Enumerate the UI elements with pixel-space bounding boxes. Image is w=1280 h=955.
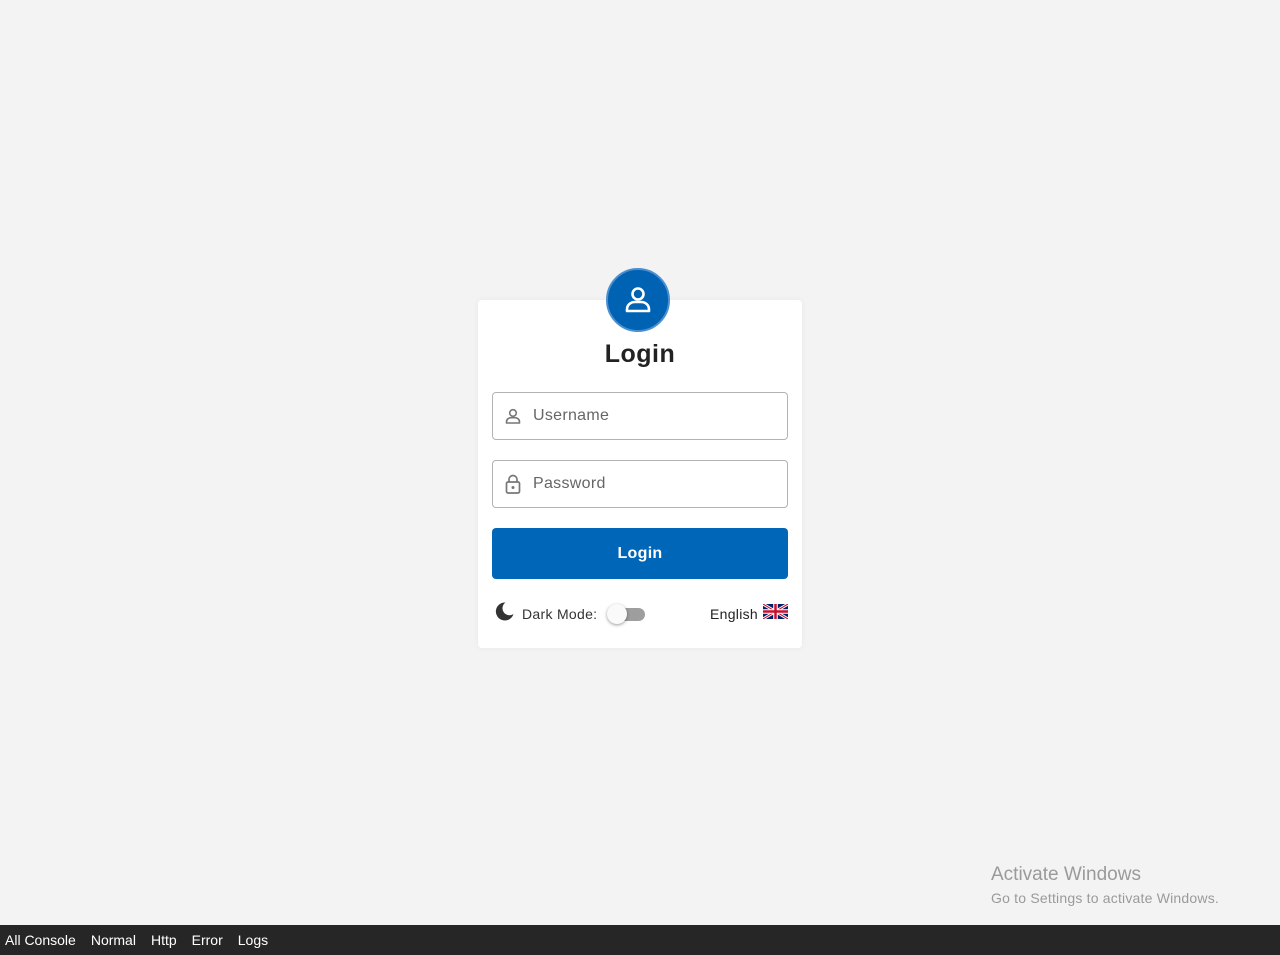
username-input[interactable] bbox=[533, 401, 773, 431]
login-page: Login Login Dark Mode: bbox=[0, 0, 1280, 955]
password-input[interactable] bbox=[533, 469, 773, 499]
console-tab-http[interactable]: Http bbox=[146, 932, 177, 948]
console-tab-all[interactable]: All Console bbox=[0, 932, 76, 948]
console-tab-normal[interactable]: Normal bbox=[86, 932, 136, 948]
console-tab-logs[interactable]: Logs bbox=[233, 932, 268, 948]
login-button[interactable]: Login bbox=[492, 528, 788, 579]
avatar bbox=[606, 268, 670, 332]
uk-flag-icon bbox=[762, 602, 789, 624]
console-bar: All Console Normal Http Error Logs bbox=[0, 925, 1280, 955]
user-icon bbox=[493, 407, 533, 425]
username-field[interactable] bbox=[492, 392, 788, 440]
dark-mode-label: Dark Mode: bbox=[522, 606, 598, 622]
toggle-knob bbox=[607, 604, 628, 624]
lock-icon bbox=[493, 474, 533, 494]
language-label: English bbox=[710, 606, 759, 622]
password-field[interactable] bbox=[492, 460, 788, 508]
activate-windows-watermark: Activate Windows Go to Settings to activ… bbox=[991, 864, 1219, 906]
moon-icon bbox=[494, 601, 515, 627]
user-icon bbox=[625, 287, 651, 313]
dark-mode-toggle[interactable] bbox=[607, 603, 646, 625]
watermark-title: Activate Windows bbox=[991, 864, 1141, 885]
language-selector[interactable]: English bbox=[710, 602, 789, 625]
page-title: Login bbox=[604, 340, 676, 368]
dark-mode-row: Dark Mode: bbox=[494, 601, 646, 627]
watermark-subtitle: Go to Settings to activate Windows. bbox=[991, 890, 1219, 906]
console-tab-error[interactable]: Error bbox=[187, 932, 223, 948]
